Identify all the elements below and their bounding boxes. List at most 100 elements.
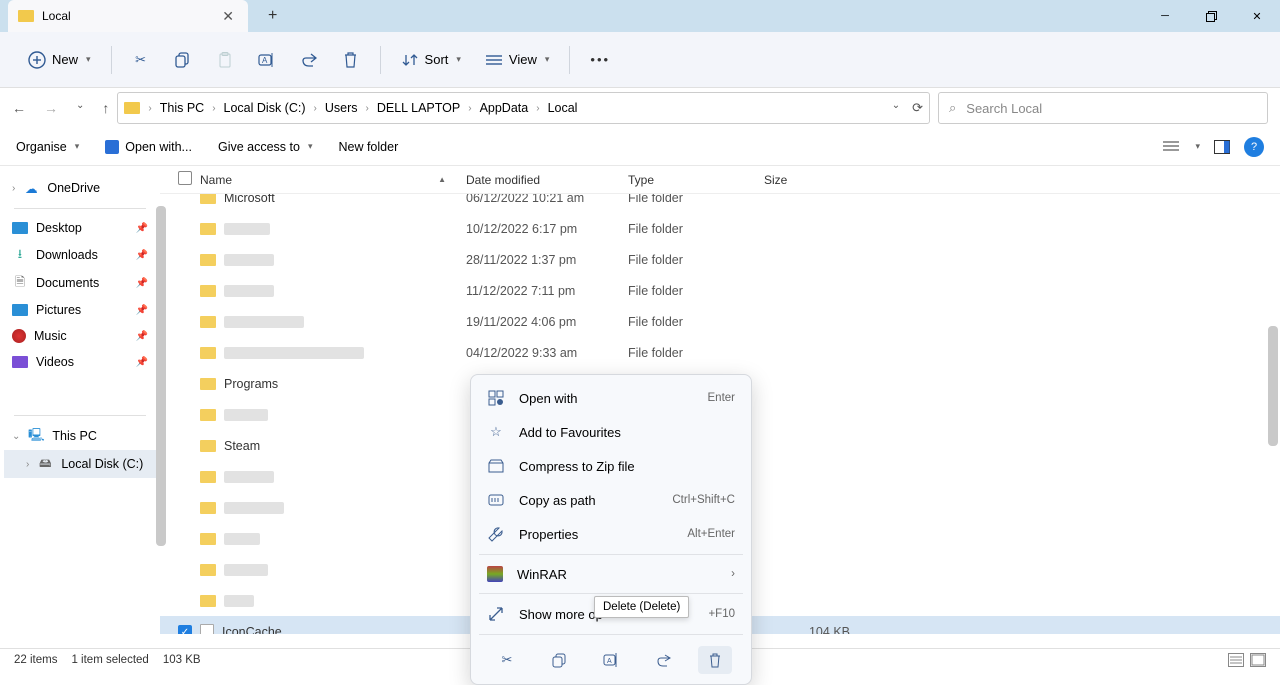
- crumb[interactable]: Users: [321, 99, 362, 117]
- column-headers[interactable]: Name▲ Date modified Type Size: [160, 166, 1280, 194]
- svg-text:A: A: [262, 56, 268, 65]
- redacted-name: [224, 347, 364, 359]
- sidebar-item-music[interactable]: Music📌: [4, 323, 156, 349]
- folder-icon: [200, 254, 216, 266]
- open-with-icon: [487, 389, 505, 407]
- sidebar-item-videos[interactable]: Videos📌: [4, 349, 156, 375]
- folder-icon: [200, 194, 216, 204]
- drive-icon: 🖴: [37, 456, 53, 472]
- folder-icon: [200, 533, 216, 545]
- row-type: File folder: [628, 222, 764, 236]
- recent-button[interactable]: ⌄: [76, 100, 84, 116]
- details-view-icon[interactable]: [1228, 653, 1244, 667]
- folder-icon: [200, 378, 216, 390]
- row-date: 28/11/2022 1:37 pm: [466, 253, 628, 267]
- newfolder-button[interactable]: New folder: [338, 140, 398, 154]
- close-button[interactable]: ✕: [1234, 0, 1280, 32]
- forward-button[interactable]: →: [44, 100, 58, 116]
- ctx-compress-zip[interactable]: Compress to Zip file: [471, 449, 751, 483]
- crumb[interactable]: Local Disk (C:): [220, 99, 310, 117]
- pin-icon: 📌: [136, 305, 148, 316]
- back-button[interactable]: ←: [12, 100, 26, 116]
- table-row[interactable]: 04/12/2022 9:33 amFile folder: [160, 337, 1280, 368]
- scissors-icon: ✂: [132, 51, 150, 69]
- file-scrollbar[interactable]: [1268, 326, 1278, 446]
- table-row[interactable]: 11/12/2022 7:11 pmFile folder: [160, 275, 1280, 306]
- delete-button[interactable]: [332, 45, 370, 75]
- tab[interactable]: Local ✕: [8, 0, 248, 32]
- up-button[interactable]: ↑: [102, 100, 109, 116]
- desktop-icon: [12, 222, 28, 234]
- table-row[interactable]: 10/12/2022 6:17 pmFile folder: [160, 213, 1280, 244]
- giveaccess-button[interactable]: Give access to ▾: [218, 140, 313, 154]
- view-button[interactable]: View ▾: [475, 45, 559, 75]
- pin-icon: 📌: [136, 357, 148, 368]
- preview-pane-icon[interactable]: [1214, 140, 1230, 154]
- crumb[interactable]: Local: [544, 99, 582, 117]
- app-icon: [105, 140, 119, 154]
- row-date: 11/12/2022 7:11 pm: [466, 284, 628, 298]
- copy-button[interactable]: [164, 45, 202, 75]
- sidebar-item-desktop[interactable]: Desktop📌: [4, 215, 156, 241]
- help-icon[interactable]: ?: [1244, 137, 1264, 157]
- history-chevron-icon[interactable]: ⌄: [892, 100, 900, 116]
- status-size: 103 KB: [163, 654, 201, 666]
- minimize-button[interactable]: ─: [1142, 0, 1188, 32]
- sort-label: Sort: [425, 52, 449, 67]
- table-row[interactable]: 28/11/2022 1:37 pmFile folder: [160, 244, 1280, 275]
- ctx-add-favourites[interactable]: ☆Add to Favourites: [471, 415, 751, 449]
- organise-button[interactable]: Organise ▾: [16, 140, 79, 154]
- chevron-down-icon[interactable]: ▾: [1195, 141, 1200, 152]
- sidebar-item-documents[interactable]: 🗎Documents📌: [4, 269, 156, 297]
- ctx-properties[interactable]: PropertiesAlt+Enter: [471, 517, 751, 551]
- row-type: File folder: [628, 194, 764, 205]
- crumb[interactable]: DELL LAPTOP: [373, 99, 464, 117]
- view-label: View: [509, 52, 537, 67]
- toolbar: New ▾ ✂ A Sort ▾ View ▾ •••: [0, 32, 1280, 88]
- pc-icon: 🖳: [28, 428, 44, 444]
- address-bar[interactable]: › This PC› Local Disk (C:)› Users› DELL …: [117, 92, 930, 124]
- more-button[interactable]: •••: [580, 46, 620, 73]
- redacted-name: [224, 502, 284, 514]
- paste-button[interactable]: [206, 45, 244, 75]
- ctx-winrar[interactable]: WinRAR›: [471, 558, 751, 590]
- sidebar-item-downloads[interactable]: ⭳Downloads📌: [4, 241, 156, 269]
- table-row[interactable]: 19/11/2022 4:06 pmFile folder: [160, 306, 1280, 337]
- crumb[interactable]: AppData: [476, 99, 533, 117]
- crumb[interactable]: This PC: [156, 99, 208, 117]
- sidebar-item-pictures[interactable]: Pictures📌: [4, 297, 156, 323]
- close-tab-icon[interactable]: ✕: [218, 8, 238, 25]
- row-date: 06/12/2022 10:21 am: [466, 194, 628, 205]
- share-button[interactable]: [290, 45, 328, 75]
- sidebar-item-thispc[interactable]: ⌄🖳This PC: [4, 422, 156, 450]
- table-row[interactable]: Microsoft06/12/2022 10:21 amFile folder: [160, 194, 1280, 213]
- rename-icon: A: [258, 51, 276, 69]
- chevron-down-icon: ▾: [545, 54, 550, 65]
- rename-button[interactable]: A: [248, 45, 286, 75]
- thumbnails-view-icon[interactable]: [1250, 653, 1266, 667]
- zip-icon: [487, 457, 505, 475]
- sidebar-item-localdisk[interactable]: ›🖴Local Disk (C:): [4, 450, 156, 478]
- videos-icon: [12, 356, 28, 368]
- sidebar-item-onedrive[interactable]: › ☁ OneDrive: [4, 174, 156, 202]
- refresh-icon[interactable]: ⟳: [912, 100, 923, 116]
- new-button[interactable]: New ▾: [18, 45, 101, 75]
- sort-button[interactable]: Sort ▾: [391, 45, 471, 75]
- row-checkbox[interactable]: ✓: [178, 625, 192, 634]
- cut-button[interactable]: ✂: [122, 45, 160, 75]
- row-date: 04/12/2022 9:33 am: [466, 346, 628, 360]
- maximize-button[interactable]: [1188, 0, 1234, 32]
- openwith-button[interactable]: Open with...: [105, 140, 192, 154]
- pin-icon: 📌: [136, 250, 148, 261]
- new-label: New: [52, 52, 78, 67]
- sort-asc-icon: ▲: [438, 175, 446, 184]
- chevron-down-icon: ▾: [86, 54, 91, 65]
- layout-icon[interactable]: [1163, 141, 1179, 153]
- ctx-open-with[interactable]: Open withEnter: [471, 381, 751, 415]
- new-tab-button[interactable]: +: [268, 7, 277, 25]
- ctx-copy-path[interactable]: Copy as pathCtrl+Shift+C: [471, 483, 751, 517]
- search-input[interactable]: ⌕ Search Local: [938, 92, 1268, 124]
- pin-icon: 📌: [136, 223, 148, 234]
- select-all-checkbox[interactable]: [178, 171, 192, 185]
- chevron-right-icon: ›: [731, 568, 735, 580]
